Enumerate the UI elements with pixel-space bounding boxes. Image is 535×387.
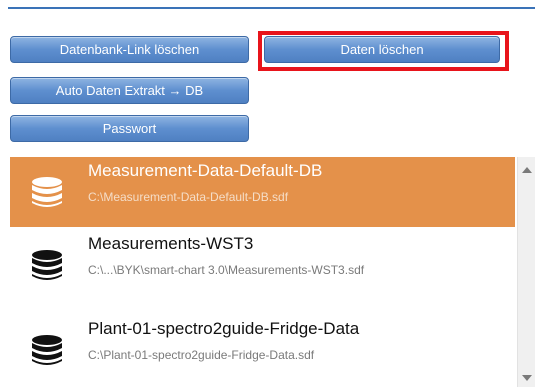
header-divider	[8, 7, 535, 9]
list-item[interactable]: Plant-01-spectro2guide-Fridge-Data C:\Pl…	[10, 315, 515, 385]
database-icon	[32, 335, 62, 365]
db-name: Plant-01-spectro2guide-Fridge-Data	[88, 319, 360, 338]
database-icon	[32, 250, 62, 280]
auto-extract-button[interactable]: Auto Daten Extrakt → DB	[10, 77, 249, 104]
list-scrollbar[interactable]	[517, 157, 535, 387]
highlight-frame	[258, 31, 509, 71]
db-path: C:\Plant-01-spectro2guide-Fridge-Data.sd…	[88, 348, 315, 362]
database-list[interactable]: Measurement-Data-Default-DB C:\Measureme…	[10, 157, 517, 387]
list-item[interactable]: Measurements-WST3 C:\...\BYK\smart-chart…	[10, 230, 515, 300]
delete-db-link-button[interactable]: Datenbank-Link löschen	[10, 36, 249, 63]
db-name: Measurement-Data-Default-DB	[88, 161, 323, 180]
password-button[interactable]: Passwort	[10, 115, 249, 142]
chevron-down-icon[interactable]	[522, 375, 532, 381]
chevron-up-icon[interactable]	[522, 167, 532, 173]
database-icon	[32, 177, 62, 207]
list-item[interactable]: Measurement-Data-Default-DB C:\Measureme…	[10, 157, 515, 227]
db-path: C:\Measurement-Data-Default-DB.sdf	[88, 190, 289, 204]
db-path: C:\...\BYK\smart-chart 3.0\Measurements-…	[88, 263, 365, 277]
db-name: Measurements-WST3	[88, 234, 254, 253]
